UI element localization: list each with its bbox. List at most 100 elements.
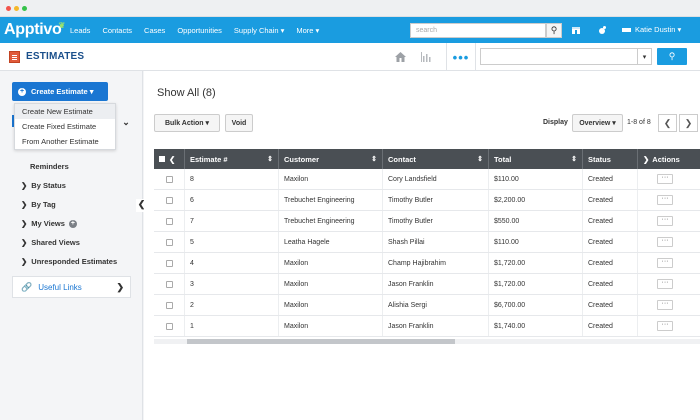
nav-contacts[interactable]: Contacts: [102, 26, 132, 35]
cell-customer[interactable]: Maxilon: [279, 253, 383, 273]
row-select[interactable]: [154, 211, 185, 231]
row-checkbox[interactable]: [165, 238, 173, 246]
home-icon[interactable]: [394, 49, 407, 65]
sidebar-item-by-status[interactable]: ❯ By Status: [21, 181, 66, 190]
sidebar-item-by-tag[interactable]: ❯ By Tag: [21, 200, 56, 209]
cell-customer[interactable]: Leatha Hagele: [279, 232, 383, 252]
scrollbar-thumb[interactable]: [187, 339, 455, 344]
search-filter-chevron-icon[interactable]: ▾: [638, 48, 652, 65]
table-row[interactable]: 6 Trebuchet Engineering Timothy Butler $2,2…: [154, 190, 700, 211]
maximize-dot-icon[interactable]: [22, 5, 27, 11]
bulk-action-button[interactable]: Bulk Action ▾: [154, 114, 220, 132]
cell-estimate-number[interactable]: 3: [185, 274, 279, 294]
nav-leads[interactable]: Leads: [70, 26, 90, 35]
more-options-icon[interactable]: •••: [446, 43, 476, 71]
select-all-header[interactable]: ❮: [154, 149, 185, 169]
table-row[interactable]: 7 Trebuchet Engineering Timothy Butler $550…: [154, 211, 700, 232]
apptivo-logo[interactable]: Apptivo❦: [0, 21, 70, 39]
from-another-estimate-item[interactable]: From Another Estimate: [15, 134, 115, 149]
row-actions-button[interactable]: ···: [657, 300, 673, 310]
cell-estimate-number[interactable]: 7: [185, 211, 279, 231]
row-checkbox[interactable]: [165, 175, 173, 183]
create-estimate-button[interactable]: + Create Estimate ▾: [12, 82, 108, 101]
row-select[interactable]: [154, 274, 185, 294]
cell-customer[interactable]: Maxilon: [279, 169, 383, 189]
nav-opportunities[interactable]: Opportunities: [177, 26, 222, 35]
cell-contact[interactable]: Timothy Butler: [383, 211, 489, 231]
table-row[interactable]: 2 Maxilon Alishia Sergi $6,700.00 Created ···: [154, 295, 700, 316]
row-select[interactable]: [154, 253, 185, 273]
col-contact[interactable]: Contact ⇕: [383, 149, 489, 169]
close-dot-icon[interactable]: [6, 5, 11, 11]
row-checkbox[interactable]: [165, 322, 173, 330]
table-row[interactable]: 3 Maxilon Jason Franklin $1,720.00 Created ··…: [154, 274, 700, 295]
horizontal-scrollbar[interactable]: [154, 339, 700, 344]
row-actions-button[interactable]: ···: [657, 258, 673, 268]
sidebar-item-shared-views[interactable]: ❯ Shared Views: [21, 238, 80, 247]
cell-contact[interactable]: Champ Hajibrahim: [383, 253, 489, 273]
nav-cases[interactable]: Cases: [144, 26, 165, 35]
row-actions-button[interactable]: ···: [657, 321, 673, 331]
user-menu[interactable]: Katie Dustin ▾: [622, 25, 681, 34]
minimize-dot-icon[interactable]: [14, 5, 19, 11]
cell-contact[interactable]: Timothy Butler: [383, 190, 489, 210]
row-select[interactable]: [154, 232, 185, 252]
cell-contact[interactable]: Jason Franklin: [383, 274, 489, 294]
cell-contact[interactable]: Alishia Sergi: [383, 295, 489, 315]
col-status[interactable]: Status: [583, 149, 638, 169]
cell-contact[interactable]: Jason Franklin: [383, 316, 489, 336]
col-actions[interactable]: ❯ Actions: [638, 149, 700, 169]
next-page-icon[interactable]: ❯: [679, 114, 698, 132]
row-select[interactable]: [154, 295, 185, 315]
row-actions-button[interactable]: ···: [657, 174, 673, 184]
row-checkbox[interactable]: [165, 280, 173, 288]
sidebar-item-my-views[interactable]: ❯ My Views +: [21, 219, 77, 229]
cell-estimate-number[interactable]: 6: [185, 190, 279, 210]
cell-estimate-number[interactable]: 2: [185, 295, 279, 315]
col-estimate-number[interactable]: Estimate # ⇕: [185, 149, 279, 169]
row-actions-button[interactable]: ···: [657, 237, 673, 247]
create-new-estimate-item[interactable]: Create New Estimate: [15, 104, 115, 119]
row-actions-button[interactable]: ···: [657, 216, 673, 226]
row-select[interactable]: [154, 190, 185, 210]
create-fixed-estimate-item[interactable]: Create Fixed Estimate: [15, 119, 115, 134]
useful-links[interactable]: 🔗 Useful Links ❯: [12, 276, 131, 298]
cell-estimate-number[interactable]: 4: [185, 253, 279, 273]
store-icon[interactable]: [568, 22, 584, 38]
cell-contact[interactable]: Cory Landsfield: [383, 169, 489, 189]
nav-more[interactable]: More ▾: [296, 26, 319, 35]
row-checkbox[interactable]: [165, 217, 173, 225]
row-actions-button[interactable]: ···: [657, 195, 673, 205]
cell-customer[interactable]: Maxilon: [279, 316, 383, 336]
row-actions-button[interactable]: ···: [657, 279, 673, 289]
display-select[interactable]: Overview ▾: [572, 114, 623, 132]
module-search-input[interactable]: [480, 48, 638, 65]
cell-customer[interactable]: Trebuchet Engineering: [279, 190, 383, 210]
cell-customer[interactable]: Maxilon: [279, 295, 383, 315]
cell-customer[interactable]: Trebuchet Engineering: [279, 211, 383, 231]
table-row[interactable]: 4 Maxilon Champ Hajibrahim $1,720.00 Created…: [154, 253, 700, 274]
row-select[interactable]: [154, 316, 185, 336]
table-row[interactable]: 1 Maxilon Jason Franklin $1,740.00 Created ··…: [154, 316, 700, 337]
module-search-button[interactable]: ⚲: [657, 48, 687, 65]
row-select[interactable]: [154, 169, 185, 189]
row-checkbox[interactable]: [165, 196, 173, 204]
cell-estimate-number[interactable]: 1: [185, 316, 279, 336]
col-total[interactable]: Total ⇕: [489, 149, 583, 169]
cell-estimate-number[interactable]: 5: [185, 232, 279, 252]
sidebar-item-unresponded-estimates[interactable]: ❯ Unresponded Estimates: [21, 257, 117, 266]
cell-customer[interactable]: Maxilon: [279, 274, 383, 294]
void-button[interactable]: Void: [225, 114, 253, 132]
sidebar-item-reminders[interactable]: Reminders: [30, 162, 69, 171]
reports-chart-icon[interactable]: [420, 49, 433, 65]
row-checkbox[interactable]: [165, 301, 173, 309]
notifications-icon[interactable]: [594, 22, 610, 38]
col-customer[interactable]: Customer ⇕: [279, 149, 383, 169]
prev-page-icon[interactable]: ❮: [658, 114, 677, 132]
search-icon[interactable]: ⚲: [546, 23, 562, 38]
table-row[interactable]: 5 Leatha Hagele Shash Pillai $110.00 Created…: [154, 232, 700, 253]
select-all-checkbox[interactable]: [159, 156, 165, 162]
chevron-down-icon[interactable]: ⌄: [119, 117, 133, 131]
row-checkbox[interactable]: [165, 259, 173, 267]
global-search-input[interactable]: search: [410, 23, 546, 38]
